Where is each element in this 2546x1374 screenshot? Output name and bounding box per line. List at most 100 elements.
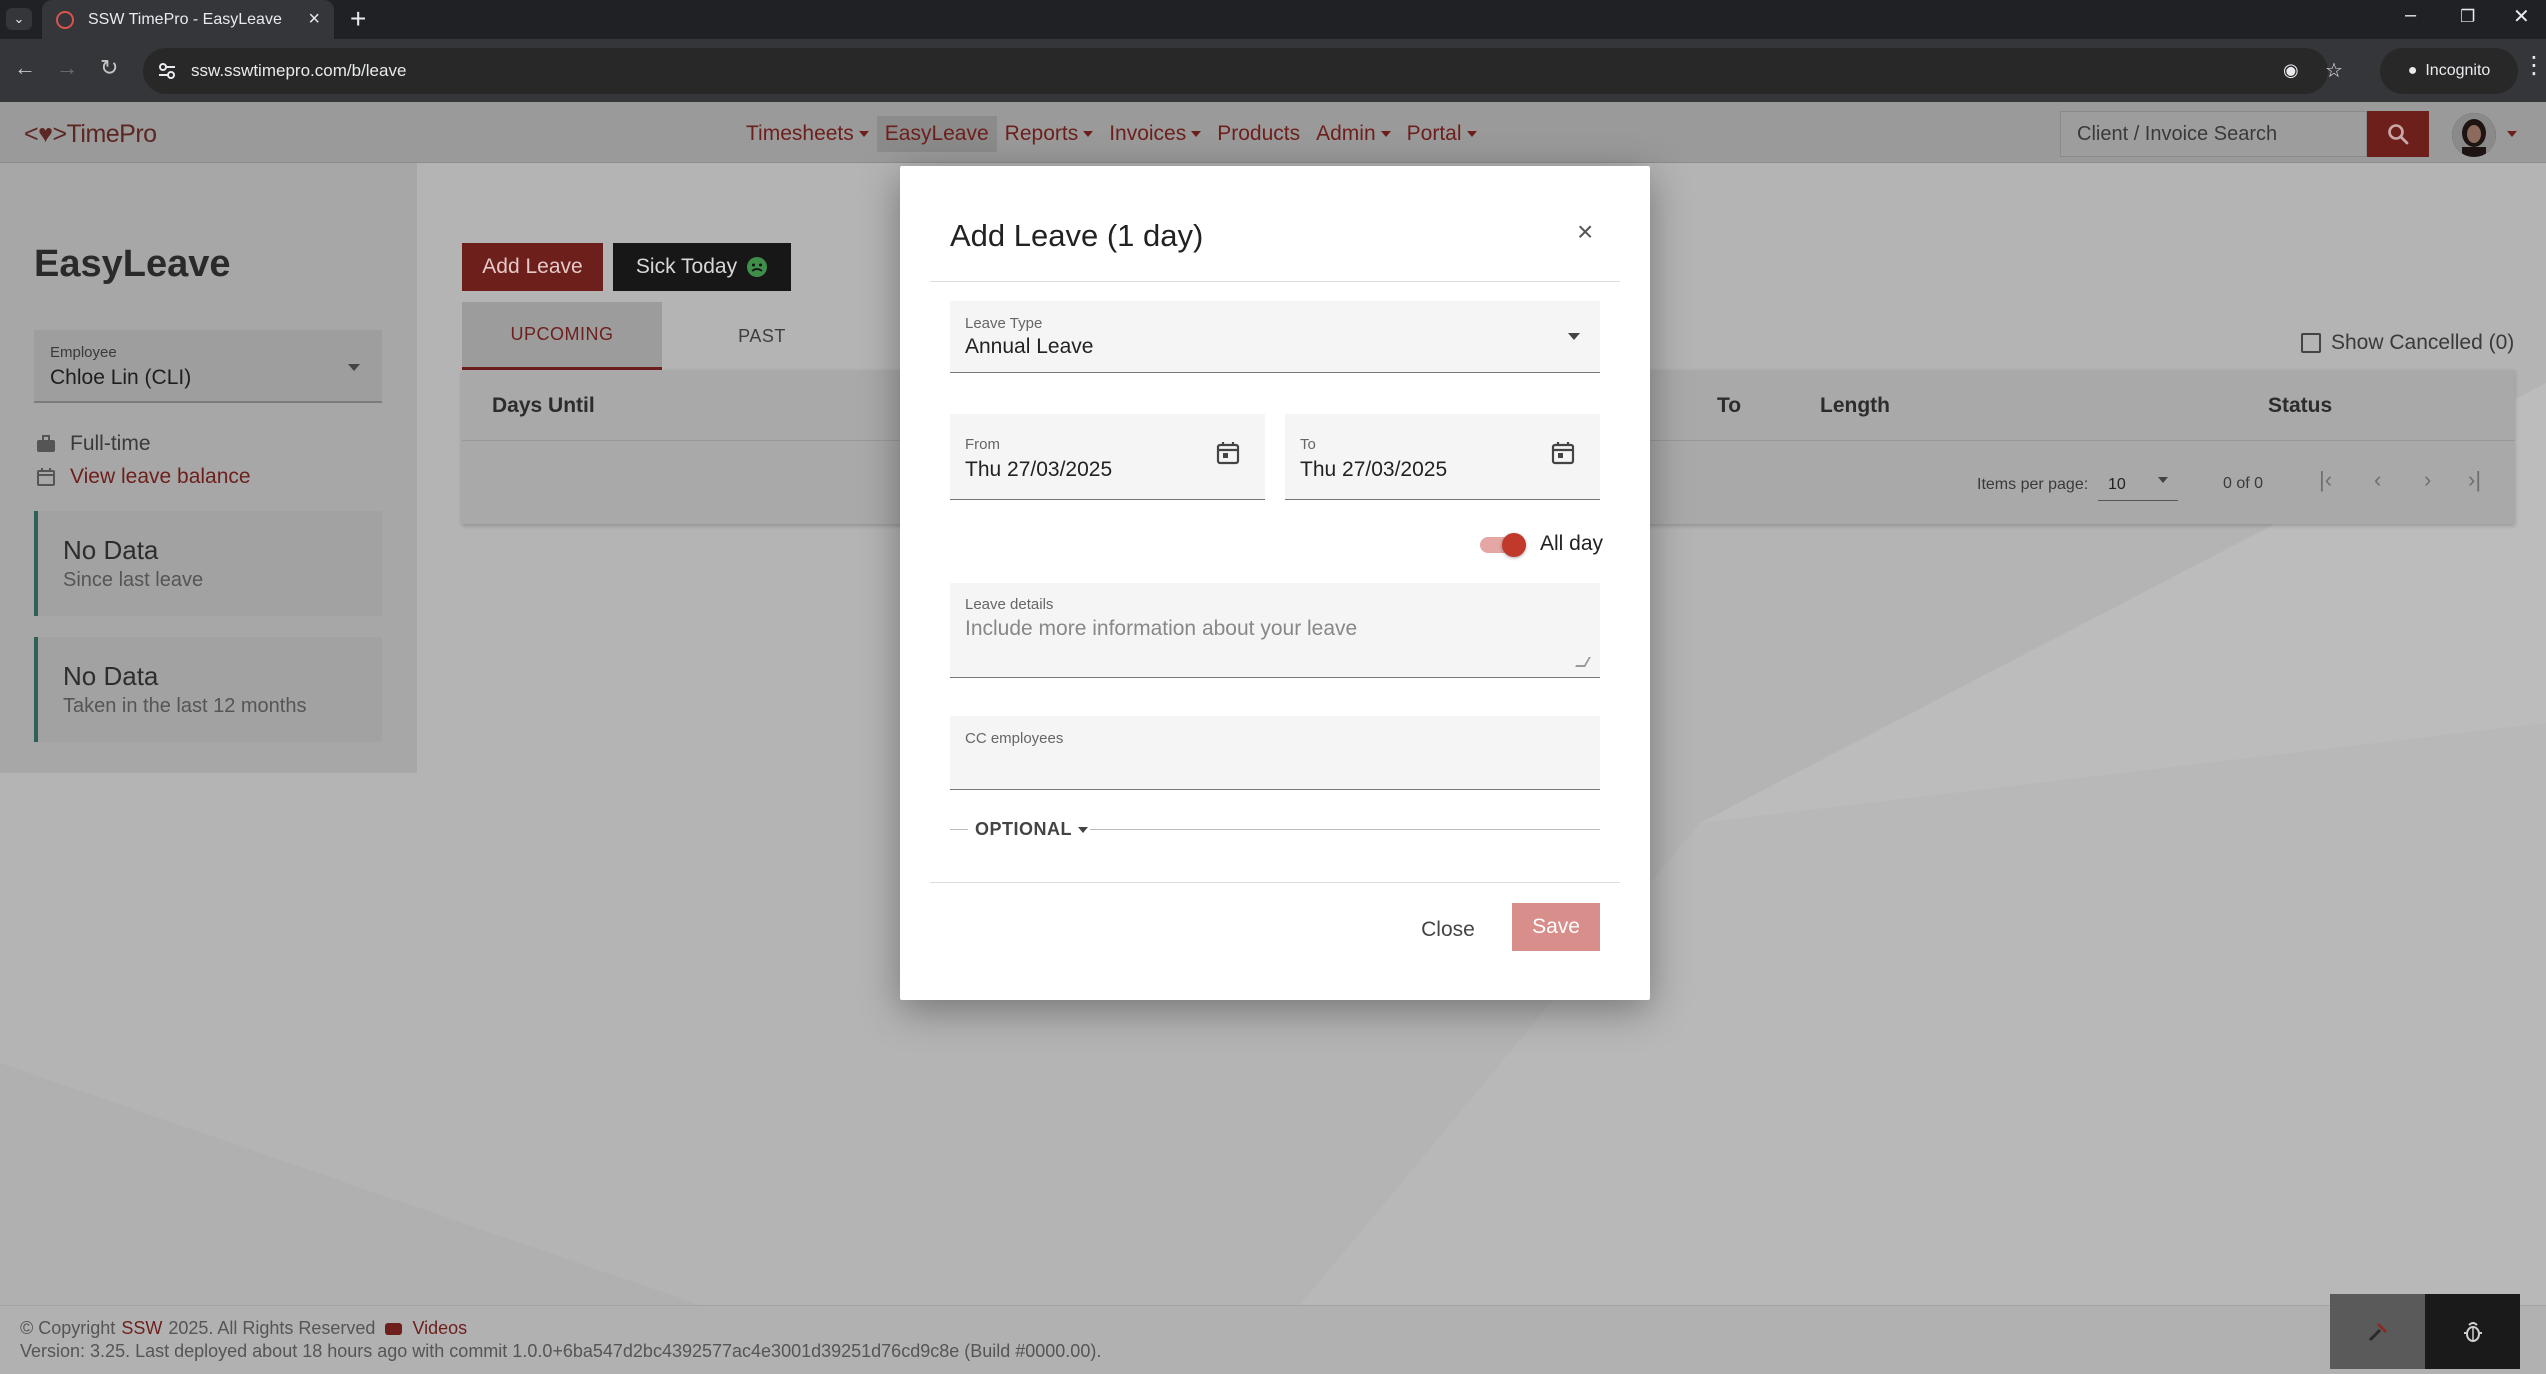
optional-section-toggle[interactable]: OPTIONAL	[950, 819, 1600, 839]
leave-type-value: Annual Leave	[965, 335, 1094, 358]
app-header: <♥>TimePro Timesheets EasyLeave Reports …	[0, 102, 2546, 163]
nav-products[interactable]: Products	[1209, 116, 1308, 152]
chevron-down-icon	[1380, 131, 1391, 137]
incognito-label: Incognito	[2425, 62, 2491, 79]
nav-timesheets[interactable]: Timesheets	[738, 116, 877, 152]
chevron-down-icon	[2158, 477, 2168, 483]
reload-icon[interactable]: ↻	[100, 55, 118, 81]
copyright-prefix: © Copyright	[20, 1318, 116, 1338]
sick-today-button[interactable]: Sick Today	[613, 243, 791, 291]
from-label: From	[965, 436, 1000, 453]
leave-details-label: Leave details	[965, 596, 1054, 613]
employee-select[interactable]: Employee Chloe Lin (CLI)	[34, 330, 382, 403]
site-info-icon[interactable]	[157, 61, 177, 81]
hammer-icon[interactable]	[2330, 1294, 2425, 1369]
sick-today-label: Sick Today	[635, 255, 738, 278]
copyright-line: © Copyright SSW 2025. All Rights Reserve…	[20, 1318, 467, 1339]
tab-search-button[interactable]: ⌄	[6, 8, 32, 30]
show-cancelled-checkbox[interactable]: Show Cancelled (0)	[2301, 331, 2514, 355]
first-page-icon[interactable]: |‹	[2319, 467, 2332, 493]
close-button[interactable]: Close	[1408, 907, 1488, 953]
divider	[930, 882, 1620, 883]
nav-reports[interactable]: Reports	[997, 116, 1102, 152]
main-nav: Timesheets EasyLeave Reports Invoices Pr…	[738, 116, 1485, 152]
all-day-label: All day	[1540, 532, 1604, 555]
nav-easyleave[interactable]: EasyLeave	[876, 116, 997, 152]
ssw-link[interactable]: SSW	[121, 1318, 162, 1339]
previous-page-icon[interactable]: ‹	[2374, 467, 2381, 493]
nav-label: Admin	[1316, 122, 1376, 145]
bug-icon[interactable]	[2425, 1294, 2520, 1369]
window-close-icon[interactable]: ✕	[2513, 4, 2530, 29]
column-to[interactable]: To	[1717, 394, 1741, 418]
nav-label: Products	[1217, 122, 1301, 145]
browser-menu-icon[interactable]: ⋮	[2522, 51, 2546, 80]
briefcase-icon	[37, 435, 55, 452]
nav-label: Portal	[1406, 122, 1462, 145]
column-days-until[interactable]: Days Until	[492, 394, 595, 418]
chevron-down-icon[interactable]	[2507, 131, 2517, 137]
forward-icon[interactable]: →	[56, 55, 78, 81]
stat-caption: Since last leave	[63, 569, 204, 591]
nav-portal[interactable]: Portal	[1399, 116, 1485, 152]
save-button[interactable]: Save	[1512, 903, 1600, 951]
nav-admin[interactable]: Admin	[1308, 116, 1399, 152]
client-invoice-search-input[interactable]: Client / Invoice Search	[2060, 111, 2367, 157]
search-button[interactable]	[2367, 111, 2429, 157]
calendar-icon	[37, 468, 55, 486]
browser-tab[interactable]: SSW TimePro - EasyLeave ×	[42, 0, 334, 39]
divider	[1090, 829, 1600, 830]
tab-upcoming[interactable]: UPCOMING	[462, 302, 662, 370]
dev-tools-widget	[2330, 1294, 2520, 1369]
last-page-icon[interactable]: ›|	[2468, 467, 2481, 493]
new-tab-icon[interactable]: +	[350, 4, 366, 34]
leave-balance-row[interactable]: View leave balance	[36, 465, 251, 489]
column-status[interactable]: Status	[2268, 394, 2332, 418]
next-page-icon[interactable]: ›	[2424, 467, 2431, 493]
chevron-down-icon	[1078, 826, 1088, 833]
close-icon[interactable]: ×	[1577, 216, 1593, 248]
address-bar[interactable]: ssw.sswtimepro.com/b/leave ◉ ☆	[143, 48, 2343, 94]
minimize-icon[interactable]: –	[2405, 4, 2416, 27]
optional-label[interactable]: OPTIONAL	[975, 819, 1088, 840]
sick-face-icon	[747, 257, 768, 277]
incognito-badge[interactable]: ● Incognito	[2380, 48, 2518, 94]
tab-past[interactable]: PAST	[662, 302, 862, 370]
timepro-logo[interactable]: <♥>TimePro	[24, 120, 157, 149]
view-leave-balance-link[interactable]: View leave balance	[70, 465, 251, 489]
items-per-page-select[interactable]: 10	[2098, 465, 2178, 501]
restore-icon[interactable]: ❐	[2460, 7, 2475, 27]
toggle-switch[interactable]	[1480, 533, 1526, 557]
browser-tab-title: SSW TimePro - EasyLeave	[88, 10, 282, 28]
videos-link[interactable]: Videos	[412, 1318, 467, 1339]
leave-type-select[interactable]: Leave Type Annual Leave	[950, 301, 1600, 373]
back-icon[interactable]: ←	[14, 55, 36, 81]
to-date-field[interactable]: To Thu 27/03/2025	[1285, 414, 1600, 500]
all-day-toggle[interactable]: All day	[1480, 532, 1604, 557]
browser-tab-strip: ⌄ SSW TimePro - EasyLeave × + – ❐ ✕	[0, 0, 2546, 39]
eye-off-icon[interactable]: ◉	[2283, 60, 2299, 81]
to-label: To	[1300, 436, 1316, 453]
avatar[interactable]	[2452, 113, 2496, 157]
add-leave-button[interactable]: Add Leave	[462, 243, 603, 291]
checkbox-icon	[2301, 333, 2321, 353]
leave-tabs: UPCOMING PAST	[462, 302, 862, 370]
leave-details-placeholder: Include more information about your leav…	[965, 617, 1358, 640]
chevron-down-icon	[1083, 131, 1094, 137]
url-text: ssw.sswtimepro.com/b/leave	[191, 61, 407, 80]
calendar-icon[interactable]	[1550, 440, 1576, 466]
from-date-field[interactable]: From Thu 27/03/2025	[950, 414, 1265, 500]
column-length[interactable]: Length	[1820, 394, 1890, 418]
employee-label: Employee	[50, 344, 117, 361]
version-line: Version: 3.25. Last deployed about 18 ho…	[20, 1341, 1102, 1361]
bookmark-star-icon[interactable]: ☆	[2325, 58, 2343, 83]
divider	[930, 281, 1620, 282]
leave-details-textarea[interactable]: Leave details Include more information a…	[950, 583, 1600, 678]
calendar-icon[interactable]	[1215, 440, 1241, 466]
resize-handle-icon[interactable]	[1575, 657, 1591, 667]
copyright-suffix: 2025. All Rights Reserved	[168, 1318, 376, 1338]
cc-employees-field[interactable]: CC employees	[950, 716, 1600, 790]
close-tab-icon[interactable]: ×	[308, 8, 320, 31]
stat-value: No Data	[63, 535, 159, 565]
nav-invoices[interactable]: Invoices	[1101, 116, 1209, 152]
